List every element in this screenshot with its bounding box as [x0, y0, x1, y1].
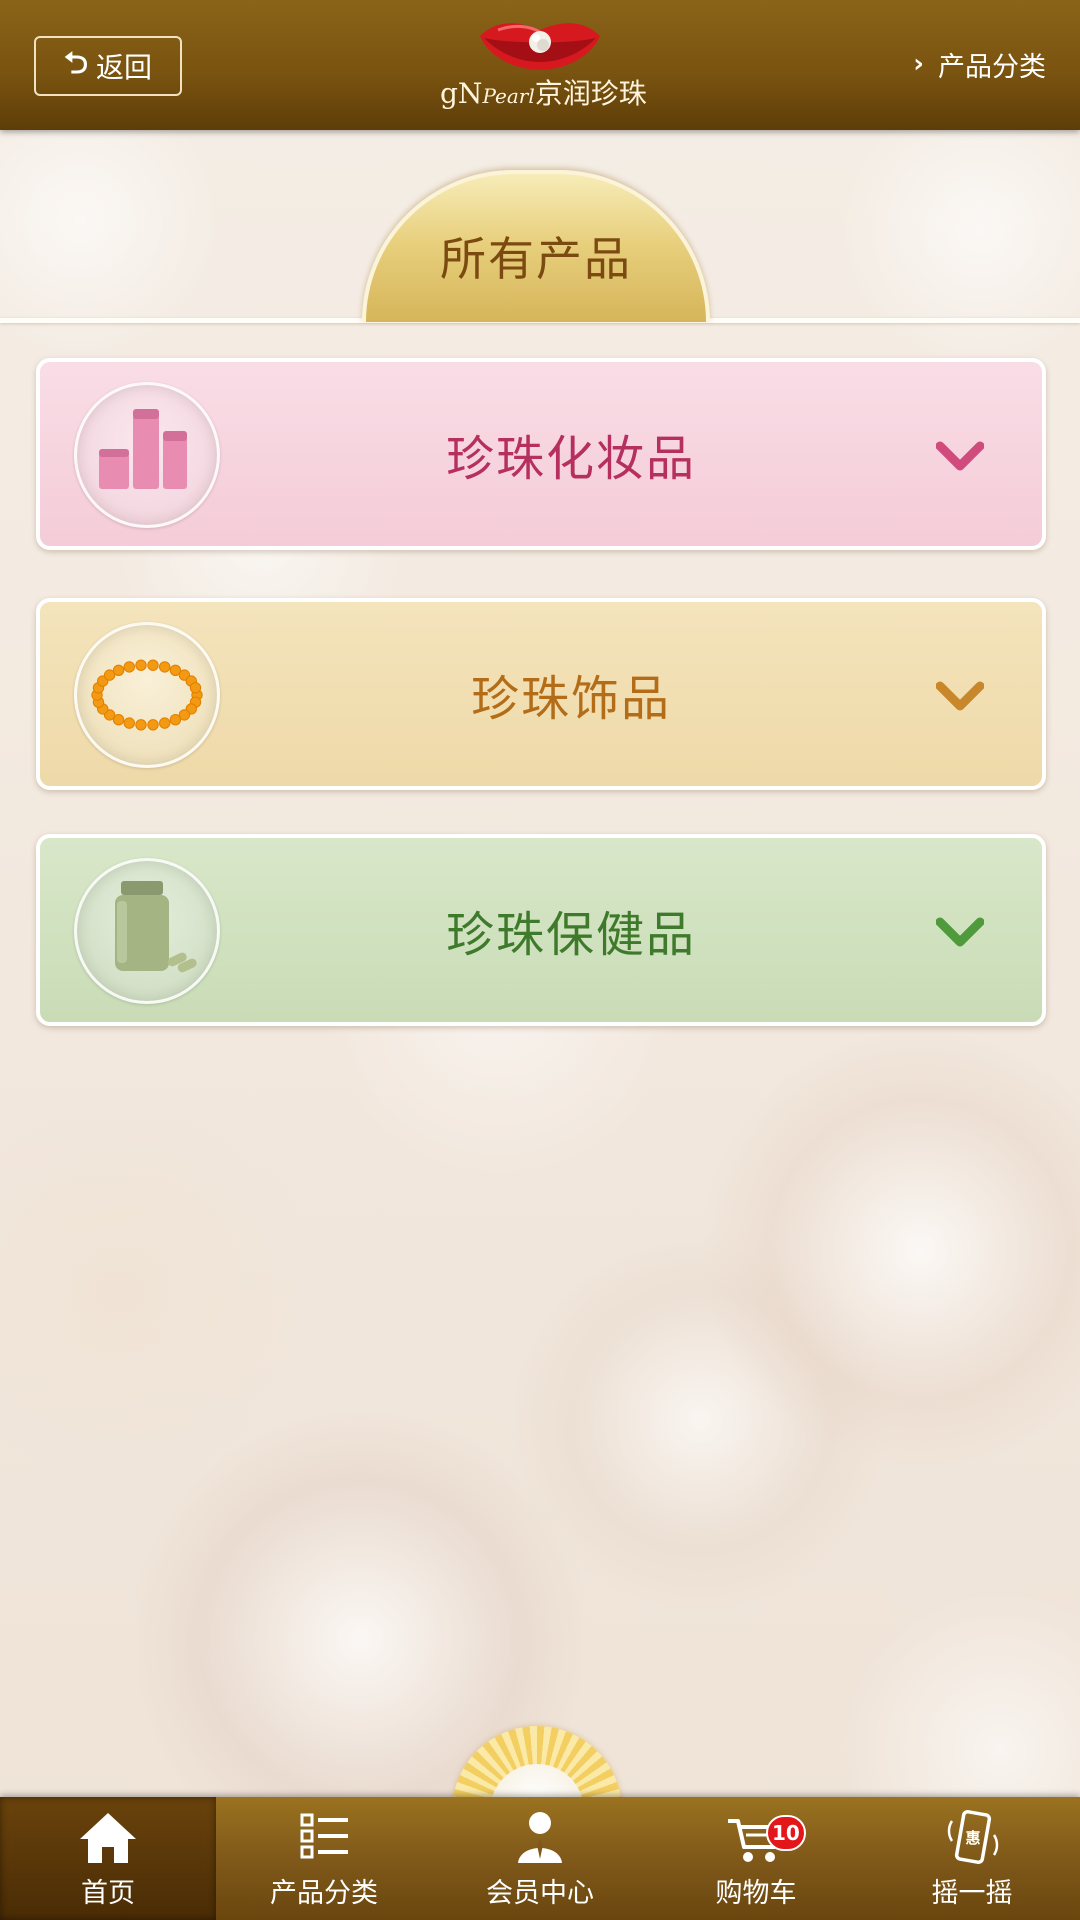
- necklace-bead: [112, 664, 125, 676]
- category-card-jewelry[interactable]: 珍珠饰品: [36, 598, 1046, 790]
- tab-label: 摇一摇: [931, 1878, 1013, 1909]
- supplement-bottle-icon: [74, 858, 220, 1004]
- tab-shake[interactable]: 惠 摇一摇: [864, 1797, 1080, 1920]
- category-list-icon: [300, 1813, 348, 1859]
- brand-logo[interactable]: gNPearl京润珍珠: [440, 14, 647, 118]
- back-arrow-icon: ⮌: [63, 45, 88, 81]
- section-title: 所有产品: [440, 232, 632, 286]
- header-category-label: 产品分类: [938, 51, 1046, 83]
- category-card-cosmetics[interactable]: 珍珠化妆品: [36, 358, 1046, 550]
- logo-brand-prefix: gN: [440, 77, 483, 110]
- back-button-label: 返回: [96, 51, 153, 84]
- back-button[interactable]: ⮌ 返回: [34, 36, 182, 96]
- cosmetics-bottles-icon: [74, 382, 220, 528]
- cart-count-badge: 10: [766, 1815, 806, 1851]
- necklace-bead: [147, 719, 159, 731]
- necklace-bead: [147, 659, 159, 671]
- lips-pearl-icon: [480, 23, 600, 70]
- shake-icon-text: 惠: [965, 1829, 980, 1847]
- necklace-bead: [135, 659, 147, 671]
- bottom-tab-bar: 首页 产品分类 会员中心 10 购物车 惠 摇一摇: [0, 1797, 1080, 1920]
- category-card-health[interactable]: 珍珠保健品: [36, 834, 1046, 1026]
- necklace-bead: [159, 661, 171, 673]
- logo-brand-name: 京润珍珠: [534, 77, 647, 110]
- home-icon: [80, 1813, 136, 1863]
- tab-cart[interactable]: 10 购物车: [648, 1797, 864, 1920]
- chevron-down-icon[interactable]: [936, 916, 984, 950]
- logo-brand-pearl: Pearl: [482, 84, 535, 108]
- category-label: 珍珠饰品: [470, 671, 671, 727]
- tab-categories[interactable]: 产品分类: [216, 1797, 432, 1920]
- necklace-bead: [135, 719, 147, 731]
- tab-member-center[interactable]: 会员中心: [432, 1797, 648, 1920]
- header-category-link[interactable]: › 产品分类: [913, 44, 1046, 84]
- app-header: ⮌ 返回 gNPearl京润珍珠 › 产品分类: [0, 0, 1080, 130]
- shake-phone-icon: 惠: [947, 1809, 999, 1865]
- chevron-down-icon[interactable]: [936, 680, 984, 714]
- necklace-bead: [159, 717, 171, 729]
- tab-label: 首页: [81, 1878, 135, 1909]
- chevron-right-icon: ›: [913, 49, 924, 79]
- tab-label: 产品分类: [270, 1878, 378, 1909]
- tab-home[interactable]: 首页: [0, 1797, 216, 1920]
- category-label: 珍珠保健品: [445, 907, 696, 963]
- tab-label: 购物车: [715, 1878, 797, 1909]
- pearl-necklace-icon: [74, 622, 220, 768]
- member-icon: [518, 1812, 562, 1863]
- necklace-bead: [123, 717, 135, 729]
- necklace-bead: [189, 682, 202, 694]
- chevron-down-icon[interactable]: [936, 440, 984, 474]
- necklace-bead: [123, 661, 135, 673]
- necklace-bead: [169, 714, 182, 726]
- category-label: 珍珠化妆品: [445, 431, 696, 487]
- tab-label: 会员中心: [486, 1878, 594, 1909]
